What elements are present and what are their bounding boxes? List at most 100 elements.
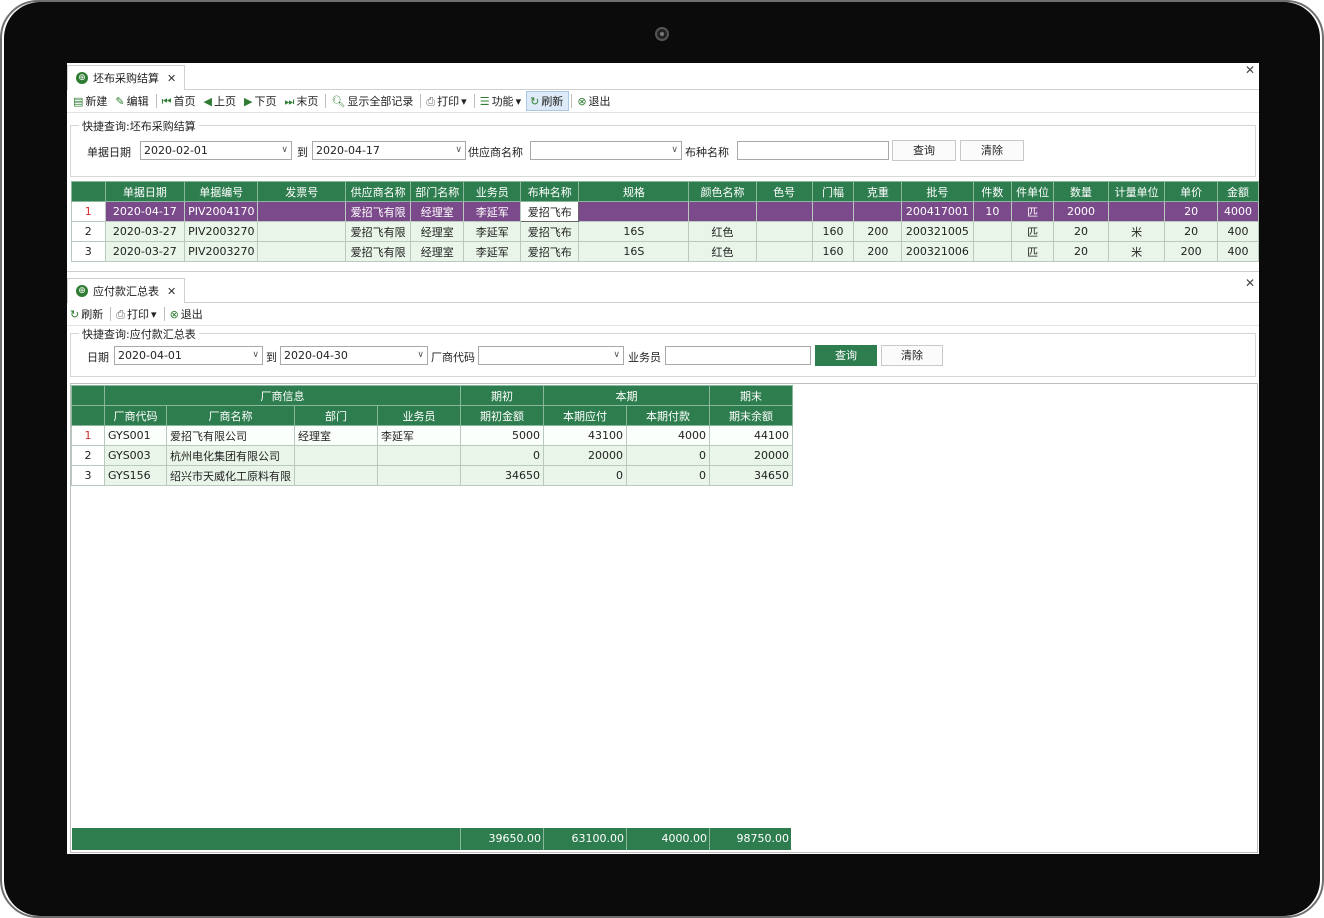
table-cell[interactable] [853,201,903,222]
salesman-input[interactable] [665,346,811,365]
table-cell[interactable]: PIV2003270 [184,221,259,242]
table-cell[interactable]: GYS003 [104,445,167,466]
table-cell[interactable]: 20 [1053,241,1110,262]
table-cell[interactable]: 16S [578,241,690,262]
table-cell[interactable] [755,201,813,222]
refresh-button[interactable]: ↻ 刷新 [526,91,570,111]
fabric-input[interactable] [737,141,889,160]
date-from-picker[interactable]: 2020-02-01 ∨ [140,141,292,160]
column-header[interactable]: 发票号 [257,181,347,202]
table-cell[interactable]: 匹 [1011,201,1055,222]
column-header[interactable]: 期末余额 [709,405,793,426]
table-cell[interactable]: 16S [578,221,690,242]
table-cell[interactable]: 160 [811,241,855,262]
table-row[interactable]: 2 2020-03-27 PIV2003270 爱招飞有限 经理室 李延军 爱招飞布 16S 红… [71,221,1259,242]
table-cell[interactable]: 经理室 [410,201,465,222]
new-button[interactable]: ▤ 新建 [70,91,112,111]
table-cell[interactable]: 0 [626,445,710,466]
table-cell[interactable]: 0 [626,465,710,486]
function-menu-button[interactable]: ☰ 功能 ▾ [477,91,526,111]
table-cell[interactable] [972,241,1013,262]
table-cell[interactable]: 2020-03-27 [104,241,186,262]
row-indicator[interactable]: 2 [71,221,106,242]
table-cell[interactable]: 200321006 [901,241,974,262]
table-cell[interactable]: 400 [1217,221,1259,242]
table-cell[interactable]: 44100 [709,425,793,446]
row-indicator[interactable]: 1 [71,425,105,446]
column-header[interactable]: 厂商名称 [166,405,295,426]
column-header[interactable]: 布种名称 [520,181,580,202]
table-cell[interactable]: 400 [1217,241,1259,262]
table-cell[interactable]: 绍兴市天威化工原料有限 [166,465,295,486]
date-to-picker[interactable]: 2020-04-17 ∨ [312,141,466,160]
table-cell[interactable] [257,221,347,242]
column-header[interactable]: 单价 [1164,181,1219,202]
table-cell[interactable]: 匹 [1011,221,1055,242]
query-button[interactable]: 查询 [815,345,877,366]
table-cell[interactable]: 爱招飞有限 [345,221,412,242]
table-cell[interactable]: 200 [853,241,903,262]
date-from-picker[interactable]: 2020-04-01 ∨ [114,346,263,365]
column-header[interactable]: 期初金额 [460,405,544,426]
tab-payables-summary[interactable]: ⊕ 应付款汇总表 ✕ [67,278,186,303]
column-header[interactable]: 颜色名称 [688,181,757,202]
table-cell[interactable]: 160 [811,221,855,242]
column-header[interactable]: 本期应付 [543,405,627,426]
tab-close-icon[interactable]: ✕ [167,72,176,85]
column-header[interactable]: 克重 [853,181,903,202]
clear-button[interactable]: 清除 [960,140,1024,161]
table-cell[interactable]: 经理室 [410,221,465,242]
table-cell[interactable]: 红色 [688,241,757,262]
table-cell[interactable] [257,241,347,262]
date-to-picker[interactable]: 2020-04-30 ∨ [280,346,428,365]
tab-purchase-settlement[interactable]: ⊕ 坯布采购结算 ✕ [67,65,186,90]
column-header[interactable]: 规格 [578,181,690,202]
table-cell[interactable] [1108,201,1166,222]
table-cell[interactable] [578,201,690,222]
table-cell[interactable]: 200417001 [901,201,974,222]
first-page-button[interactable]: ⏮ 首页 [159,91,201,111]
column-header[interactable]: 单据日期 [104,181,186,202]
supplier-select[interactable]: ∨ [530,141,682,160]
column-header[interactable]: 金额 [1217,181,1259,202]
table-cell[interactable] [257,201,347,222]
table-cell[interactable]: 5000 [460,425,544,446]
table-cell[interactable]: 34650 [709,465,793,486]
table-cell[interactable]: 杭州电化集团有限公司 [166,445,295,466]
table-cell[interactable]: 2020-03-27 [104,221,186,242]
table-cell[interactable] [294,465,378,486]
table-cell[interactable]: 200 [1164,241,1219,262]
table-cell[interactable]: 2000 [1053,201,1110,222]
table-cell[interactable]: PIV2004170 [184,201,259,222]
table-cell[interactable] [755,241,813,262]
clear-button[interactable]: 清除 [881,345,943,366]
column-header[interactable]: 色号 [755,181,813,202]
table-cell[interactable]: 20 [1053,221,1110,242]
exit-button[interactable]: ⊗ 退出 [167,304,208,324]
last-page-button[interactable]: ⏭ 末页 [281,91,323,111]
row-indicator[interactable]: 3 [71,465,105,486]
table-cell[interactable]: 爱招飞有限公司 [166,425,295,446]
table-cell[interactable]: 0 [460,445,544,466]
column-header[interactable]: 部门名称 [410,181,465,202]
table-cell[interactable]: 4000 [626,425,710,446]
column-header[interactable]: 件单位 [1011,181,1055,202]
table-cell[interactable] [294,445,378,466]
table-cell[interactable]: 爱招飞布 [520,201,580,222]
table-cell[interactable]: 经理室 [410,241,465,262]
edit-button[interactable]: ✎ 编辑 [112,91,153,111]
table-cell[interactable]: 红色 [688,221,757,242]
table-cell[interactable] [377,465,461,486]
column-header[interactable]: 部门 [294,405,378,426]
table-cell[interactable]: 爱招飞布 [520,221,580,242]
table-row[interactable]: 3 GYS156 绍兴市天威化工原料有限 34650 0 0 34650 [71,465,793,486]
table-cell[interactable]: 米 [1108,241,1166,262]
table-row[interactable]: 2 GYS003 杭州电化集团有限公司 0 20000 0 20000 [71,445,793,466]
table-cell[interactable]: 200321005 [901,221,974,242]
table-cell[interactable]: 李延军 [463,201,522,222]
print-button[interactable]: ⎙ 打印 ▾ [423,91,471,111]
column-header[interactable]: 数量 [1053,181,1110,202]
table-cell[interactable] [811,201,855,222]
table-cell[interactable]: 34650 [460,465,544,486]
table-cell[interactable]: 匹 [1011,241,1055,262]
